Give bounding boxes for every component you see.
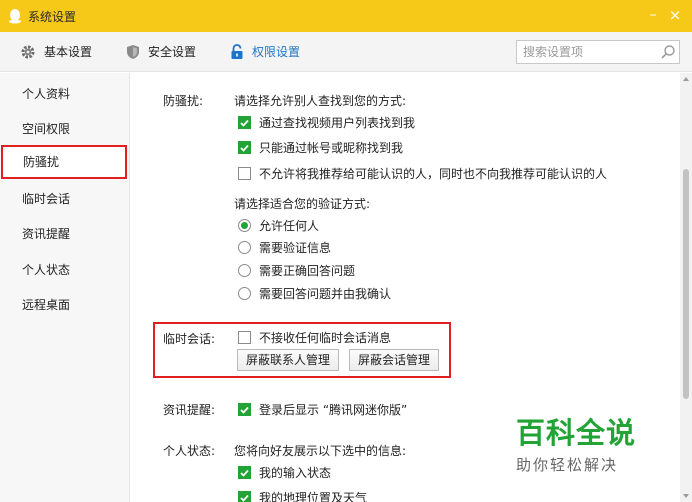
block-contacts-button[interactable]: 屏蔽联系人管理	[237, 349, 340, 371]
tab-permission-settings[interactable]: 权限设置	[230, 32, 300, 72]
option-label: 允许任何人	[259, 219, 320, 233]
checkbox-checked[interactable]	[238, 403, 251, 416]
checkbox-checked[interactable]	[238, 116, 251, 129]
tab-basic-settings[interactable]: 基本设置	[20, 32, 92, 72]
verify-option-anyone[interactable]: 允许任何人	[238, 217, 319, 234]
sidebar-item-space-permission[interactable]: 空间权限	[0, 112, 128, 146]
option-label: 需要验证信息	[259, 241, 332, 255]
radio-unselected[interactable]	[238, 264, 251, 277]
shield-icon	[127, 44, 140, 59]
option-label: 需要回答问题并由我确认	[259, 287, 392, 301]
option-label: 需要正确回答问题	[259, 264, 356, 278]
radio-unselected[interactable]	[238, 241, 251, 254]
temp-session-reject-option[interactable]: 不接收任何临时会话消息	[238, 329, 391, 346]
radio-unselected[interactable]	[238, 287, 251, 300]
checkbox-unchecked[interactable]	[238, 167, 251, 180]
title-bar: 系统设置 – ×	[0, 0, 692, 32]
option-label: 通过查找视频用户列表找到我	[259, 116, 416, 130]
tab-security-settings[interactable]: 安全设置	[126, 32, 196, 72]
section-label-temp-session: 临时会话:	[163, 332, 216, 346]
scroll-down-arrow-icon[interactable]	[683, 494, 689, 498]
sidebar: 个人资料 空间权限 防骚扰 临时会话 资讯提醒 个人状态 远程桌面	[0, 73, 130, 502]
watermark-title: 百科全说	[516, 416, 637, 450]
sidebar-item-anti-harassment[interactable]: 防骚扰	[1, 145, 127, 179]
lock-icon	[231, 43, 243, 59]
option-label: 只能通过帐号或昵称找到我	[259, 141, 404, 155]
section-label-news: 资讯提醒:	[163, 403, 216, 417]
tab-label: 基本设置	[44, 45, 93, 59]
scroll-up-arrow-icon[interactable]	[683, 77, 689, 81]
find-option-account-nickname[interactable]: 只能通过帐号或昵称找到我	[238, 139, 403, 156]
verify-option-answer[interactable]: 需要正确回答问题	[238, 262, 355, 279]
status-prompt: 您将向好友展示以下选中的信息:	[234, 444, 407, 458]
app-logo-icon	[9, 9, 21, 24]
window-title: 系统设置	[28, 9, 77, 24]
sidebar-item-temp-session[interactable]: 临时会话	[0, 182, 128, 216]
tab-label: 权限设置	[252, 45, 301, 59]
checkbox-unchecked[interactable]	[238, 331, 251, 344]
option-label: 我的地理位置及天气	[259, 491, 368, 502]
option-label: 我的输入状态	[259, 466, 332, 480]
sidebar-item-profile[interactable]: 个人资料	[0, 77, 128, 111]
verify-method-prompt: 请选择适合您的验证方式:	[234, 197, 371, 211]
verify-option-answer-confirm[interactable]: 需要回答问题并由我确认	[238, 285, 391, 302]
find-option-no-recommend[interactable]: 不允许将我推荐给可能认识的人，同时也不向我推荐可能认识的人	[238, 165, 607, 182]
sidebar-item-news-reminder[interactable]: 资讯提醒	[0, 217, 128, 251]
checkbox-checked[interactable]	[238, 491, 251, 502]
option-label: 不允许将我推荐给可能认识的人，同时也不向我推荐可能认识的人	[259, 167, 608, 181]
option-label: 登录后显示 “腾讯网迷你版”	[259, 403, 408, 417]
checkbox-checked[interactable]	[238, 466, 251, 479]
watermark: 百科全说 助你轻松解决	[516, 410, 646, 475]
status-option-location[interactable]: 我的地理位置及天气	[238, 489, 367, 502]
verify-option-message[interactable]: 需要验证信息	[238, 239, 331, 256]
search-input[interactable]	[517, 45, 657, 59]
news-show-mini-option[interactable]: 登录后显示 “腾讯网迷你版”	[238, 401, 407, 418]
section-label-harass: 防骚扰:	[163, 94, 204, 108]
find-option-video-list[interactable]: 通过查找视频用户列表找到我	[238, 114, 415, 131]
close-button[interactable]: ×	[666, 6, 684, 24]
radio-selected[interactable]	[238, 219, 251, 232]
settings-toolbar: 基本设置 安全设置 权限设置	[0, 32, 692, 72]
sidebar-item-remote-desktop[interactable]: 远程桌面	[0, 288, 128, 322]
minimize-button[interactable]: –	[644, 6, 662, 24]
checkbox-checked[interactable]	[238, 141, 251, 154]
gear-icon	[21, 45, 35, 58]
scroll-thumb[interactable]	[683, 169, 689, 399]
section-label-status: 个人状态:	[163, 444, 216, 458]
tab-label: 安全设置	[148, 45, 197, 59]
option-label: 不接收任何临时会话消息	[259, 331, 392, 345]
sidebar-item-personal-status[interactable]: 个人状态	[0, 253, 128, 287]
watermark-subtitle: 助你轻松解决	[516, 456, 619, 474]
status-option-typing[interactable]: 我的输入状态	[238, 464, 331, 481]
block-sessions-button[interactable]: 屏蔽会话管理	[349, 349, 440, 371]
search-box	[516, 40, 680, 64]
find-method-prompt: 请选择允许别人查找到您的方式:	[234, 94, 407, 108]
search-icon[interactable]	[657, 41, 679, 63]
vertical-scrollbar[interactable]	[680, 73, 692, 502]
